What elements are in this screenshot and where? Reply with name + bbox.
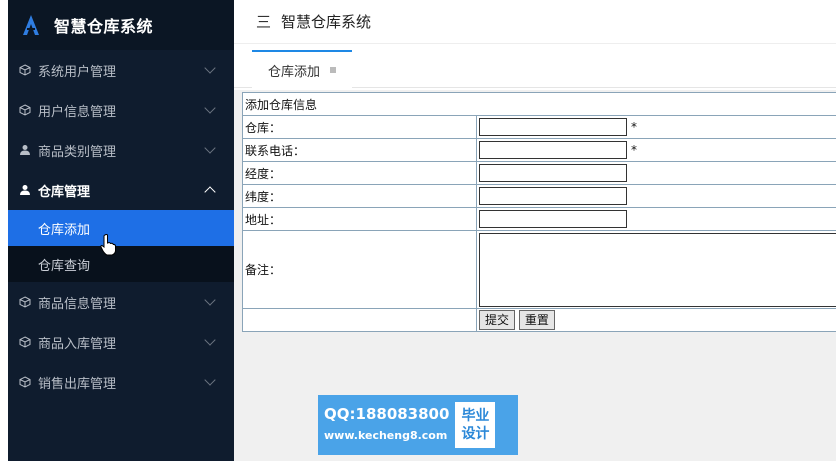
sidebar-subitem-warehouse-query[interactable]: 仓库查询 xyxy=(8,246,234,282)
chevron-up-icon xyxy=(204,186,216,198)
sidebar-item-product-info[interactable]: 商品信息管理 xyxy=(8,282,234,322)
sidebar-item-category[interactable]: 商品类别管理 xyxy=(8,130,234,170)
sidebar-submenu: 仓库添加 仓库查询 xyxy=(8,210,234,282)
cube-icon xyxy=(18,295,32,309)
chevron-down-icon xyxy=(204,374,216,386)
field-label: 地址： xyxy=(242,207,477,231)
form-row: 纬度： xyxy=(242,184,836,208)
sidebar-item-sales-out[interactable]: 销售出库管理 xyxy=(8,362,234,402)
form-caption-row: 添加仓库信息 xyxy=(242,92,836,116)
watermark-badge-top: 毕业 xyxy=(461,408,490,424)
user-icon xyxy=(18,183,32,197)
app-window: 智慧仓库系统 系统用户管理 用户信息管理 商品类别管理 仓库管理 仓库添加 仓库… xyxy=(0,0,836,461)
sidebar-item-warehouse[interactable]: 仓库管理 xyxy=(8,170,234,210)
chevron-down-icon xyxy=(204,294,216,306)
form-row: 联系电话： * xyxy=(242,138,836,162)
field-label: 纬度： xyxy=(242,184,477,208)
address-input[interactable] xyxy=(479,210,627,228)
field-label: 仓库： xyxy=(242,115,477,139)
sidebar-item-system-users[interactable]: 系统用户管理 xyxy=(8,50,234,90)
brand-logo-icon xyxy=(23,15,39,35)
form-row: 备注： xyxy=(242,230,836,309)
watermark-url: www.kecheng8.com xyxy=(324,429,448,442)
required-mark: * xyxy=(631,143,637,157)
chevron-down-icon xyxy=(204,102,216,114)
sidebar-item-user-info[interactable]: 用户信息管理 xyxy=(8,90,234,130)
tab-label: 仓库添加 xyxy=(267,64,320,80)
form-row: 地址： xyxy=(242,207,836,231)
field-label: 备注： xyxy=(242,230,477,309)
chevron-down-icon xyxy=(204,142,216,154)
chevron-down-icon xyxy=(204,334,216,346)
sidebar-item-label: 商品信息管理 xyxy=(38,296,117,312)
form-caption: 添加仓库信息 xyxy=(242,92,836,116)
phone-input[interactable] xyxy=(479,141,627,159)
warehouse-name-input[interactable] xyxy=(479,118,627,136)
sidebar: 智慧仓库系统 系统用户管理 用户信息管理 商品类别管理 仓库管理 仓库添加 仓库… xyxy=(8,0,234,461)
cube-icon xyxy=(18,103,32,117)
left-edge-clip xyxy=(0,0,8,461)
sidebar-item-label: 销售出库管理 xyxy=(38,376,117,392)
brand-title: 智慧仓库系统 xyxy=(54,17,154,36)
latitude-input[interactable] xyxy=(479,187,627,205)
watermark: QQ:188083800 www.kecheng8.com 毕业 设计 xyxy=(318,395,518,455)
tab-bar: 仓库添加 xyxy=(234,44,836,88)
required-mark: * xyxy=(631,120,637,134)
watermark-qq: QQ:188083800 xyxy=(324,405,450,423)
main-area: 三 智慧仓库系统 仓库添加 添加仓库信息 仓库： * 联系电话： * 经度： 纬… xyxy=(234,0,836,461)
sidebar-subitem-warehouse-add[interactable]: 仓库添加 xyxy=(8,210,234,246)
page-title: 智慧仓库系统 xyxy=(281,13,372,31)
user-icon xyxy=(18,143,32,157)
sidebar-nav: 系统用户管理 用户信息管理 商品类别管理 仓库管理 仓库添加 仓库查询 商品信息… xyxy=(8,50,234,402)
menu-toggle-icon[interactable]: 三 xyxy=(256,11,271,32)
tab-warehouse-add[interactable]: 仓库添加 xyxy=(252,50,352,88)
sidebar-item-label: 商品类别管理 xyxy=(38,144,117,160)
remark-textarea[interactable] xyxy=(479,232,836,307)
sidebar-item-label: 仓库管理 xyxy=(38,184,91,200)
watermark-badge: 毕业 设计 xyxy=(455,402,496,448)
sidebar-item-label: 商品入库管理 xyxy=(38,336,117,352)
reset-button[interactable]: 重置 xyxy=(518,310,555,330)
longitude-input[interactable] xyxy=(479,164,627,182)
submit-button[interactable]: 提交 xyxy=(479,310,516,330)
field-label: 联系电话： xyxy=(242,138,477,162)
close-icon[interactable] xyxy=(330,67,336,73)
form-row: 经度： xyxy=(242,161,836,185)
empty-cell xyxy=(242,308,477,332)
brand: 智慧仓库系统 xyxy=(8,0,234,50)
field-label: 经度： xyxy=(242,161,477,185)
cube-icon xyxy=(18,63,32,77)
form-row: 仓库： * xyxy=(242,115,836,139)
sidebar-item-label: 系统用户管理 xyxy=(38,64,117,80)
form-actions-row: 提交 重置 xyxy=(242,308,836,332)
header: 三 智慧仓库系统 xyxy=(234,0,836,44)
warehouse-form: 添加仓库信息 仓库： * 联系电话： * 经度： 纬度： 地址： 备注： 提交 … xyxy=(242,92,836,332)
sidebar-item-label: 用户信息管理 xyxy=(38,104,117,120)
watermark-badge-bottom: 设计 xyxy=(461,426,490,442)
chevron-down-icon xyxy=(204,62,216,74)
cube-icon xyxy=(18,375,32,389)
sidebar-item-stock-in[interactable]: 商品入库管理 xyxy=(8,322,234,362)
hand-cursor-icon xyxy=(100,234,116,256)
cube-icon xyxy=(18,335,32,349)
